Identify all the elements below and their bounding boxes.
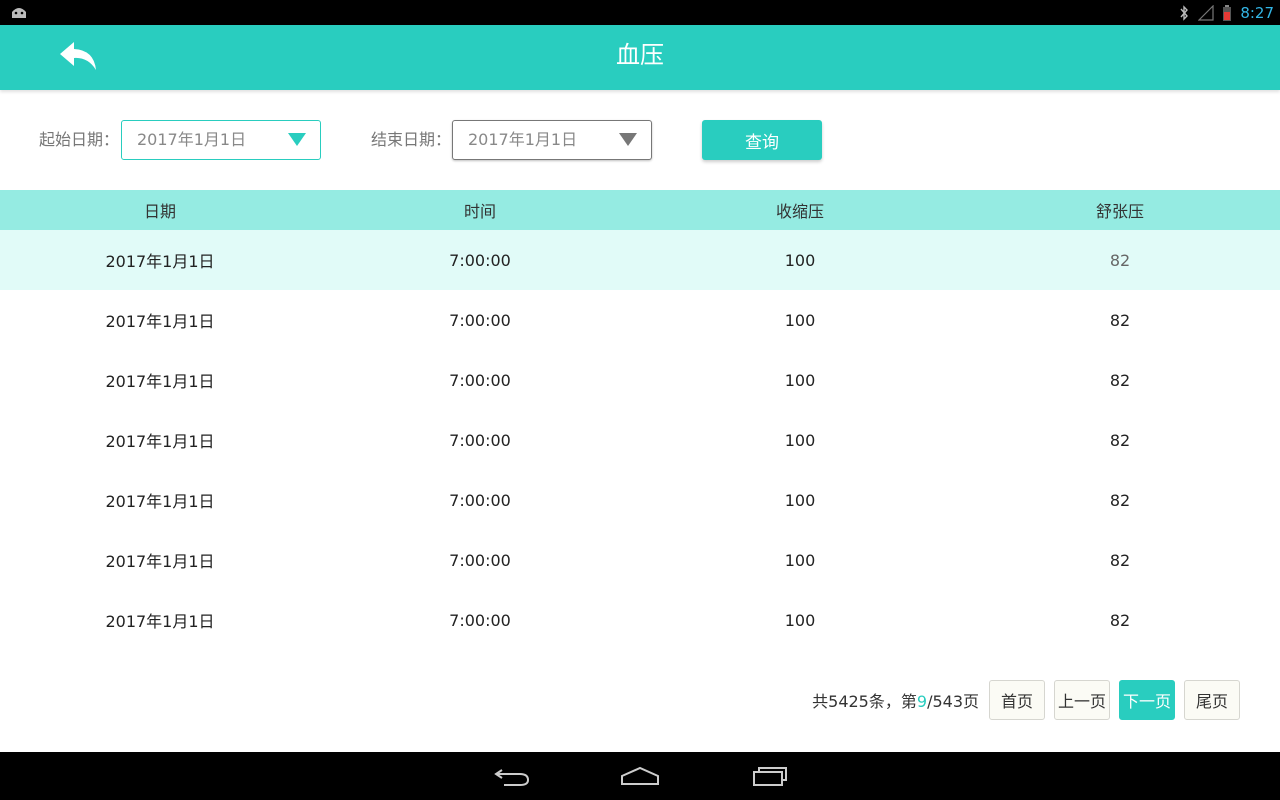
table-row[interactable]: 2017年1月1日 7:00:00 100 82 bbox=[0, 590, 1280, 650]
table-row[interactable]: 2017年1月1日 7:00:00 100 82 bbox=[0, 230, 1280, 290]
cell-time: 7:00:00 bbox=[449, 430, 511, 450]
cell-systolic: 100 bbox=[784, 250, 816, 270]
date-filter-row: 起始日期： 2017年1月1日 结束日期： 2017年1月1日 查询 bbox=[0, 120, 1280, 160]
cell-date: 2017年1月1日 bbox=[105, 612, 215, 631]
nav-recents-icon[interactable] bbox=[750, 764, 790, 788]
cell-diastolic: 82 bbox=[1109, 370, 1131, 390]
cell-systolic: 100 bbox=[784, 370, 816, 390]
pagination: 共5425条，第9/543页 首页 上一页 下一页 尾页 bbox=[812, 680, 1240, 720]
blood-pressure-table: 日期 时间 收缩压 舒张压 2017年1月1日 7:00:00 100 82 2… bbox=[0, 190, 1280, 650]
cell-date: 2017年1月1日 bbox=[105, 312, 215, 331]
end-date-select[interactable]: 2017年1月1日 bbox=[452, 120, 652, 160]
end-date-value: 2017年1月1日 bbox=[468, 130, 578, 149]
cell-time: 7:00:00 bbox=[449, 250, 511, 270]
cell-time: 7:00:00 bbox=[449, 370, 511, 390]
cell-diastolic: 82 bbox=[1109, 250, 1131, 270]
cell-time: 7:00:00 bbox=[449, 550, 511, 570]
end-date-label: 结束日期： bbox=[371, 130, 452, 149]
status-icons: 8:27 bbox=[1178, 0, 1274, 25]
table-row[interactable]: 2017年1月1日 7:00:00 100 82 bbox=[0, 530, 1280, 590]
table-row[interactable]: 2017年1月1日 7:00:00 100 82 bbox=[0, 290, 1280, 350]
cell-systolic: 100 bbox=[784, 610, 816, 630]
query-button[interactable]: 查询 bbox=[702, 120, 822, 160]
header-time: 时间 bbox=[463, 202, 496, 221]
last-page-button[interactable]: 尾页 bbox=[1184, 680, 1240, 720]
page-title: 血压 bbox=[616, 41, 664, 69]
cell-systolic: 100 bbox=[784, 430, 816, 450]
header-systolic: 收缩压 bbox=[775, 202, 824, 221]
cell-time: 7:00:00 bbox=[449, 310, 511, 330]
table-header-row: 日期 时间 收缩压 舒张压 bbox=[0, 190, 1280, 230]
cell-diastolic: 82 bbox=[1109, 310, 1131, 330]
status-bar: 8:27 bbox=[0, 0, 1280, 25]
system-nav-bar bbox=[0, 752, 1280, 800]
bluetooth-icon bbox=[1180, 4, 1189, 21]
triangle-down-icon bbox=[619, 133, 637, 146]
cell-systolic: 100 bbox=[784, 310, 816, 330]
cell-date: 2017年1月1日 bbox=[105, 492, 215, 511]
next-page-button[interactable]: 下一页 bbox=[1119, 680, 1175, 720]
table-row[interactable]: 2017年1月1日 7:00:00 100 82 bbox=[0, 350, 1280, 410]
header-diastolic: 舒张压 bbox=[1095, 202, 1144, 221]
first-page-button[interactable]: 首页 bbox=[989, 680, 1045, 720]
cell-diastolic: 82 bbox=[1109, 490, 1131, 510]
cell-systolic: 100 bbox=[784, 490, 816, 510]
table-row[interactable]: 2017年1月1日 7:00:00 100 82 bbox=[0, 410, 1280, 470]
cell-date: 2017年1月1日 bbox=[105, 252, 215, 271]
android-notification-icon bbox=[12, 8, 26, 18]
status-clock: 8:27 bbox=[1240, 3, 1274, 22]
cell-time: 7:00:00 bbox=[449, 610, 511, 630]
table-row[interactable]: 2017年1月1日 7:00:00 100 82 bbox=[0, 470, 1280, 530]
cell-diastolic: 82 bbox=[1109, 550, 1131, 570]
current-page: 9 bbox=[916, 692, 928, 711]
nav-home-icon[interactable] bbox=[620, 764, 660, 788]
cell-systolic: 100 bbox=[784, 550, 816, 570]
cell-date: 2017年1月1日 bbox=[105, 432, 215, 451]
header-date: 日期 bbox=[143, 202, 176, 221]
start-date-select[interactable]: 2017年1月1日 bbox=[121, 120, 321, 160]
prev-page-button[interactable]: 上一页 bbox=[1054, 680, 1110, 720]
cell-date: 2017年1月1日 bbox=[105, 552, 215, 571]
cell-diastolic: 82 bbox=[1109, 610, 1131, 630]
start-date-value: 2017年1月1日 bbox=[137, 130, 247, 149]
signal-icon bbox=[1198, 4, 1214, 21]
triangle-down-icon bbox=[288, 133, 306, 146]
cell-time: 7:00:00 bbox=[449, 490, 511, 510]
start-date-label: 起始日期： bbox=[39, 130, 120, 149]
summary-prefix: 共5425条，第 bbox=[812, 692, 917, 711]
pagination-summary: 共5425条，第9/543页 bbox=[812, 688, 979, 712]
summary-suffix: /543页 bbox=[927, 692, 979, 711]
nav-back-icon[interactable] bbox=[492, 764, 532, 788]
battery-icon bbox=[1223, 4, 1232, 21]
app-bar: 血压 bbox=[0, 25, 1280, 90]
cell-diastolic: 82 bbox=[1109, 430, 1131, 450]
cell-date: 2017年1月1日 bbox=[105, 372, 215, 391]
